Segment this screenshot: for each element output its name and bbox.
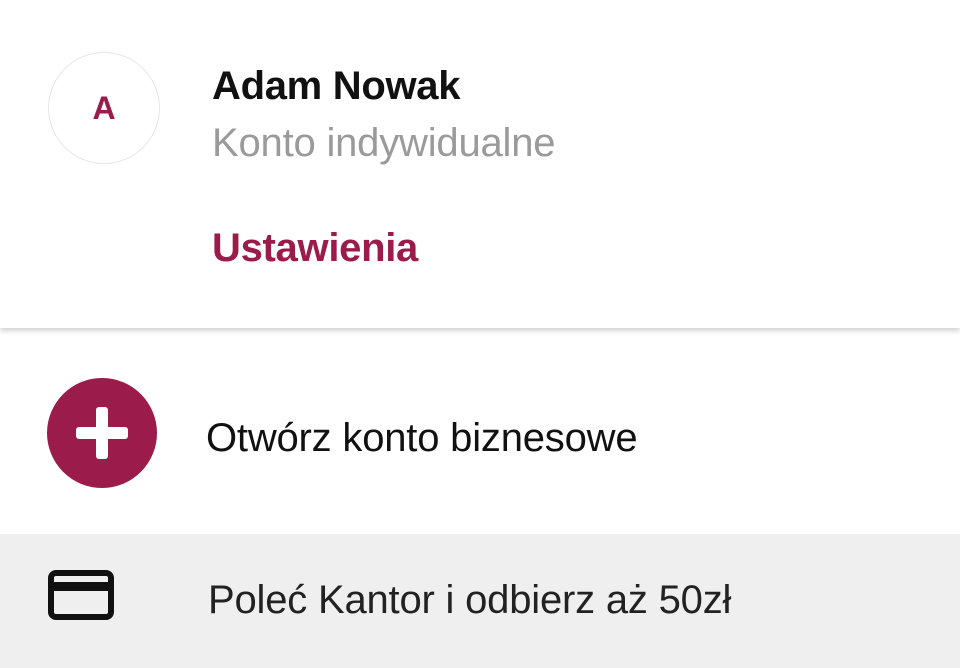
- avatar[interactable]: A: [48, 52, 160, 164]
- referral-item[interactable]: Poleć Kantor i odbierz aż 50zł: [0, 534, 960, 668]
- open-business-account-item[interactable]: Otwórz konto biznesowe: [0, 340, 960, 530]
- plus-icon: [76, 407, 128, 459]
- account-type-label: Konto indywidualne: [212, 121, 556, 165]
- referral-label: Poleć Kantor i odbierz aż 50zł: [208, 578, 732, 622]
- credit-card-icon: [48, 570, 114, 620]
- profile-card: A Adam Nowak Konto indywidualne Ustawien…: [0, 0, 960, 328]
- account-menu: A Adam Nowak Konto indywidualne Ustawien…: [0, 0, 960, 668]
- settings-link[interactable]: Ustawienia: [212, 226, 418, 271]
- open-business-account-label: Otwórz konto biznesowe: [206, 416, 638, 460]
- user-name: Adam Nowak: [212, 64, 461, 108]
- plus-circle-icon: [47, 378, 157, 488]
- avatar-initial: A: [92, 89, 116, 126]
